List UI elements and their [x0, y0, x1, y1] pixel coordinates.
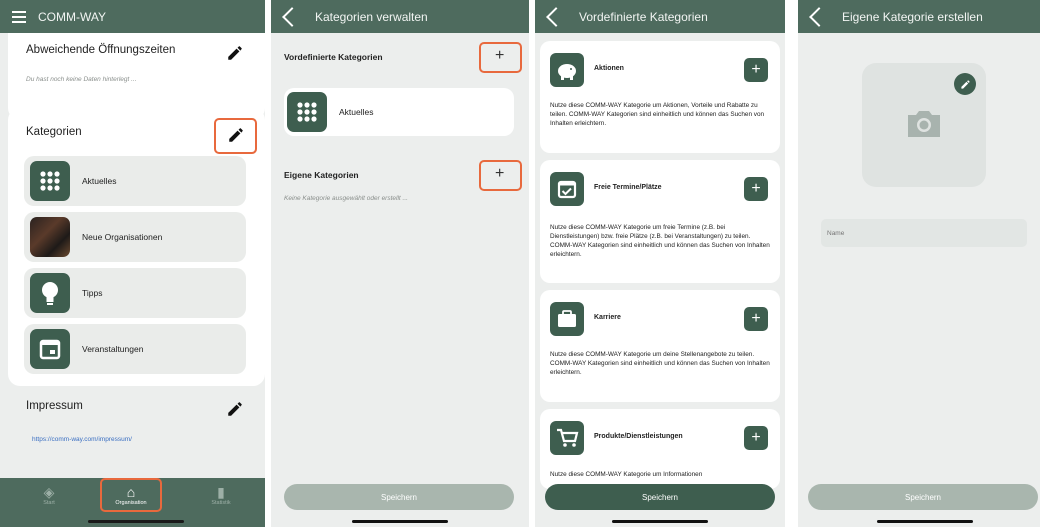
add-category-button[interactable]: + [744, 426, 768, 450]
menu-icon[interactable] [12, 10, 26, 23]
organisation-screen: COMM-WAY Abweichende Öffnungszeiten Du h… [0, 0, 265, 527]
own-empty-text: Keine Kategorie ausgewählt oder erstellt… [284, 195, 408, 202]
imprint-title: Impressum [26, 400, 83, 412]
home-indicator [88, 520, 184, 523]
edit-imprint-icon[interactable] [226, 400, 244, 418]
category-card-karriere: Karriere + Nutze diese COMM-WAY Kategori… [540, 290, 780, 402]
own-title: Eigene Kategorien [284, 170, 359, 180]
save-button[interactable]: Speichern [808, 484, 1038, 510]
home-indicator [877, 520, 973, 523]
nav-organisation-highlight [100, 478, 162, 512]
briefcase-icon [550, 302, 584, 336]
edit-categories-icon[interactable] [227, 126, 245, 144]
category-card-freie-termine: Freie Termine/Plätze + Nutze diese COMM-… [540, 160, 780, 283]
create-category-screen: Eigene Kategorie erstellen Speichern [798, 0, 1040, 527]
predefined-categories-screen: Vordefinierte Kategorien Aktionen + Nutz… [535, 0, 785, 527]
categories-title: Kategorien [26, 126, 82, 138]
category-card-produkte: Produkte/Dienstleistungen + Nutze diese … [540, 409, 780, 489]
back-icon[interactable] [546, 6, 566, 27]
card-description: Nutze diese COMM-WAY Kategorie um Aktion… [550, 102, 765, 127]
app-title: COMM-WAY [38, 9, 106, 24]
top-bar: COMM-WAY [0, 0, 265, 33]
nav-statistik[interactable]: ▮ Statistik [194, 484, 248, 506]
back-icon[interactable] [282, 6, 302, 27]
grid-icon [30, 161, 70, 201]
add-own-icon[interactable]: + [495, 166, 504, 182]
category-item-veranstaltungen[interactable]: Veranstaltungen [24, 324, 246, 374]
category-item-neue-organisationen[interactable]: Neue Organisationen [24, 212, 246, 262]
lightbulb-icon [30, 273, 70, 313]
cart-icon [550, 421, 584, 455]
card-title: Produkte/Dienstleistungen [594, 433, 683, 440]
edit-hours-icon[interactable] [226, 44, 244, 62]
predefined-label: Aktuelles [339, 107, 374, 117]
category-card-aktionen: Aktionen + Nutze diese COMM-WAY Kategori… [540, 41, 780, 153]
screen-title: Eigene Kategorie erstellen [842, 9, 983, 24]
calendar-icon [30, 329, 70, 369]
manage-categories-screen: Kategorien verwalten Vordefinierte Kateg… [271, 0, 529, 527]
camera-icon [904, 107, 944, 146]
grid-icon [287, 92, 327, 132]
category-label: Aktuelles [82, 176, 117, 186]
name-field[interactable] [821, 219, 1027, 247]
screen-title: Kategorien verwalten [315, 9, 428, 24]
top-bar: Kategorien verwalten [271, 0, 529, 33]
category-label: Veranstaltungen [82, 344, 144, 354]
top-bar: Vordefinierte Kategorien [535, 0, 785, 33]
category-label: Tipps [82, 288, 103, 298]
card-title: Aktionen [594, 65, 624, 72]
card-title: Freie Termine/Plätze [594, 184, 662, 191]
image-picker[interactable] [862, 63, 986, 187]
hours-title: Abweichende Öffnungszeiten [26, 44, 176, 56]
card-description: Nutze diese COMM-WAY Kategorie um deine … [550, 351, 770, 376]
card-description: Nutze diese COMM-WAY Kategorie um Inform… [550, 471, 703, 478]
predefined-item-aktuelles[interactable]: Aktuelles [284, 88, 514, 136]
hours-empty-text: Du hast noch keine Daten hinterlegt ... [26, 76, 137, 83]
category-label: Neue Organisationen [82, 232, 163, 242]
home-indicator [612, 520, 708, 523]
pencil-icon [960, 79, 970, 89]
card-title: Karriere [594, 314, 621, 321]
add-predefined-icon[interactable]: + [495, 48, 504, 64]
category-item-tipps[interactable]: Tipps [24, 268, 246, 318]
add-category-button[interactable]: + [744, 307, 768, 331]
save-button[interactable]: Speichern [545, 484, 775, 510]
add-category-button[interactable]: + [744, 58, 768, 82]
chart-icon: ▮ [217, 484, 225, 500]
photo-thumbnail [30, 217, 70, 257]
edit-image-button[interactable] [954, 73, 976, 95]
imprint-link[interactable]: https://comm-way.com/impressum/ [32, 436, 132, 443]
back-icon[interactable] [809, 6, 829, 27]
category-item-aktuelles[interactable]: Aktuelles [24, 156, 246, 206]
top-bar: Eigene Kategorie erstellen [798, 0, 1040, 33]
calendar-check-icon [550, 172, 584, 206]
card-description: Nutze diese COMM-WAY Kategorie um freie … [550, 224, 770, 258]
nav-start[interactable]: ◈ Start [22, 484, 76, 506]
layers-icon: ◈ [43, 484, 55, 500]
save-button[interactable]: Speichern [284, 484, 514, 510]
piggy-bank-icon [550, 53, 584, 87]
add-category-button[interactable]: + [744, 177, 768, 201]
home-indicator [352, 520, 448, 523]
screen-title: Vordefinierte Kategorien [579, 9, 708, 24]
predefined-title: Vordefinierte Kategorien [284, 52, 383, 62]
